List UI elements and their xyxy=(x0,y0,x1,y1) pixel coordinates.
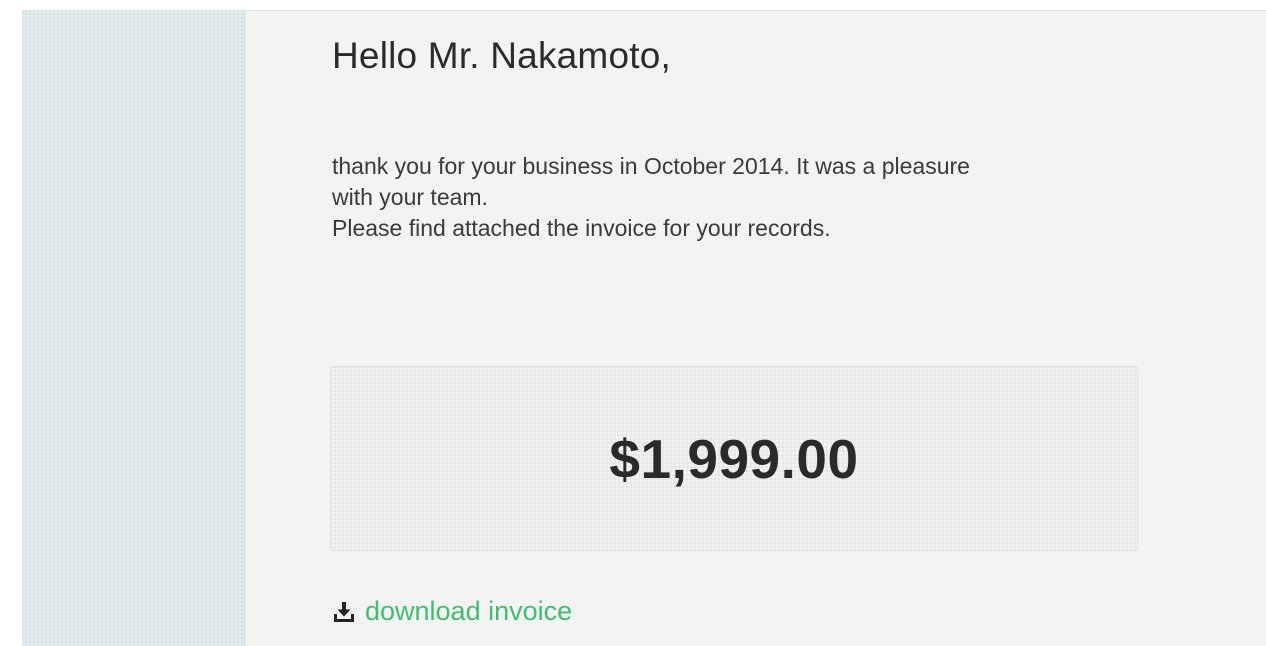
message-line: thank you for your business in October 2… xyxy=(332,153,970,179)
download-invoice-label: download invoice xyxy=(365,596,573,626)
greeting-heading: Hello Mr. Nakamoto, xyxy=(332,35,671,76)
email-body-panel: Hello Mr. Nakamoto, thank you for your b… xyxy=(245,10,1266,646)
email-view: Hello Mr. Nakamoto, thank you for your b… xyxy=(0,0,1266,646)
email-message: thank you for your business in October 2… xyxy=(332,151,1266,244)
download-invoice-link[interactable]: download invoice xyxy=(332,596,572,627)
invoice-amount: $1,999.00 xyxy=(609,427,859,490)
download-icon xyxy=(332,600,356,624)
sidebar xyxy=(22,10,245,646)
message-line: Please find attached the invoice for you… xyxy=(332,215,831,241)
invoice-amount-box: $1,999.00 xyxy=(330,366,1138,551)
message-line: with your team. xyxy=(332,184,488,210)
